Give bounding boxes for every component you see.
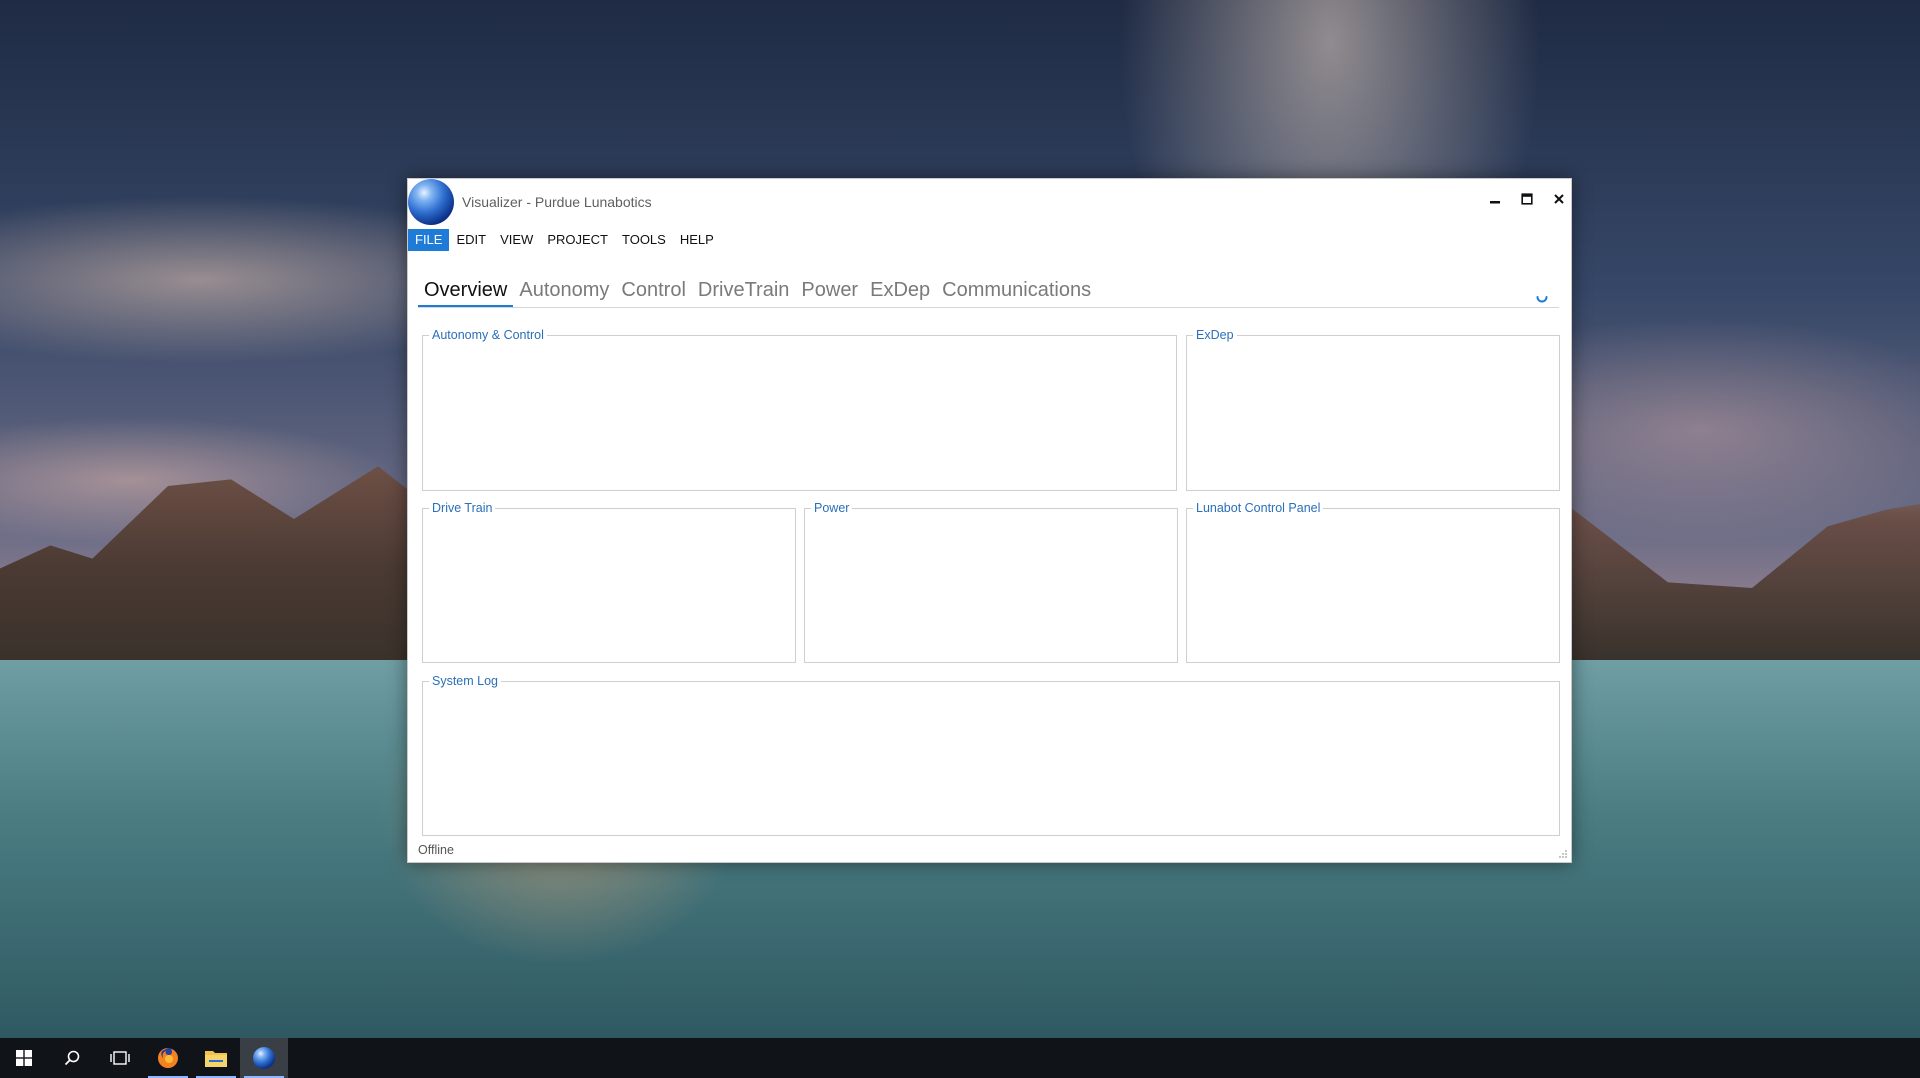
resize-grip-icon[interactable] <box>1558 849 1568 859</box>
minimize-button[interactable] <box>1480 187 1510 211</box>
panel-autonomy-control: Autonomy & Control <box>422 327 1177 491</box>
status-text: Offline <box>418 843 454 857</box>
panel-label-system-log: System Log <box>429 673 502 689</box>
task-view-icon <box>110 1051 130 1065</box>
menu-project[interactable]: PROJECT <box>540 229 615 251</box>
tab-autonomy[interactable]: Autonomy <box>513 275 615 305</box>
visualizer-app-icon <box>253 1047 275 1069</box>
tab-bar: Overview Autonomy Control DriveTrain Pow… <box>418 275 1097 307</box>
maximize-icon <box>1521 193 1533 205</box>
taskbar-visualizer[interactable] <box>240 1038 288 1078</box>
tab-exdep[interactable]: ExDep <box>864 275 936 305</box>
start-button[interactable] <box>0 1038 48 1078</box>
minimize-icon <box>1490 201 1500 204</box>
panel-label-drive-train: Drive Train <box>429 500 496 516</box>
tab-control[interactable]: Control <box>615 275 691 305</box>
panel-lunabot-control: Lunabot Control Panel <box>1186 500 1560 663</box>
firefox-icon <box>158 1048 178 1068</box>
tab-power[interactable]: Power <box>795 275 864 305</box>
search-icon <box>64 1050 80 1066</box>
close-button[interactable] <box>1544 187 1574 211</box>
panel-power: Power <box>804 500 1178 663</box>
close-icon <box>1554 194 1564 204</box>
tab-overview[interactable]: Overview <box>418 275 514 307</box>
panel-label-power: Power <box>811 500 853 516</box>
menu-view[interactable]: VIEW <box>493 229 540 251</box>
taskbar-firefox[interactable] <box>144 1038 192 1078</box>
visualizer-window: Visualizer - Purdue Lunabotics FILE EDIT… <box>407 178 1572 863</box>
app-logo-icon <box>408 179 454 225</box>
search-button[interactable] <box>48 1038 96 1078</box>
menu-help[interactable]: HELP <box>673 229 721 251</box>
tab-drivetrain[interactable]: DriveTrain <box>692 275 796 305</box>
menu-bar: FILE EDIT VIEW PROJECT TOOLS HELP <box>408 229 721 251</box>
file-explorer-icon <box>205 1051 227 1067</box>
panel-exdep: ExDep <box>1186 327 1560 491</box>
panel-system-log: System Log <box>422 673 1560 836</box>
windows-start-icon <box>16 1050 32 1066</box>
tab-bar-divider <box>418 307 1559 308</box>
taskbar <box>0 1038 1920 1078</box>
maximize-button[interactable] <box>1512 187 1542 211</box>
tab-communications[interactable]: Communications <box>936 275 1097 305</box>
window-title: Visualizer - Purdue Lunabotics <box>462 194 652 210</box>
panel-label-autonomy-control: Autonomy & Control <box>429 327 547 343</box>
taskbar-file-explorer[interactable] <box>192 1038 240 1078</box>
menu-tools[interactable]: TOOLS <box>615 229 673 251</box>
menu-edit[interactable]: EDIT <box>449 229 493 251</box>
panel-drive-train: Drive Train <box>422 500 796 663</box>
task-view-button[interactable] <box>96 1038 144 1078</box>
menu-file[interactable]: FILE <box>408 229 450 251</box>
panel-label-lunabot-control: Lunabot Control Panel <box>1193 500 1324 516</box>
loading-spinner-icon <box>1536 296 1548 303</box>
panel-label-exdep: ExDep <box>1193 327 1237 343</box>
